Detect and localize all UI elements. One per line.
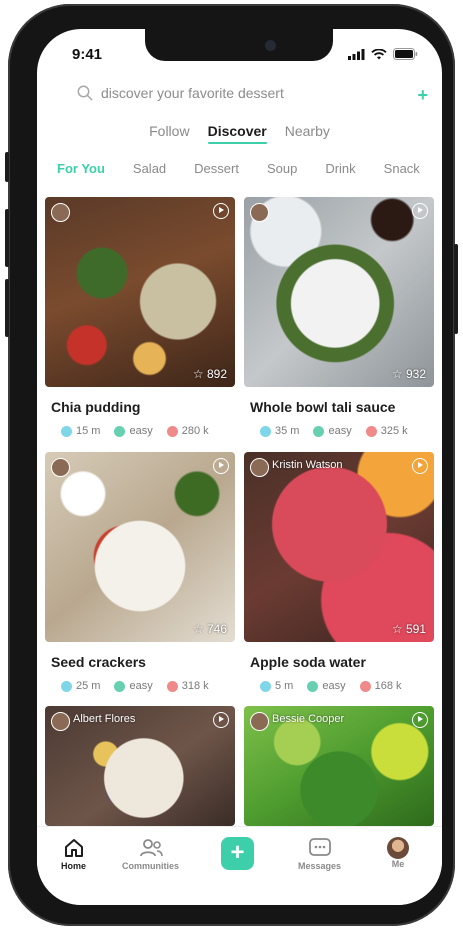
camera-icon (265, 40, 276, 51)
utensils-icon (114, 680, 126, 692)
author-avatar (51, 203, 70, 222)
search-icon (77, 85, 93, 101)
mute-switch (5, 152, 9, 182)
category-drink[interactable]: Drink (325, 161, 355, 176)
author-avatar (250, 203, 269, 222)
calories-icon (359, 680, 371, 692)
people-icon (139, 839, 163, 857)
recipe-title: Chia pudding (51, 399, 141, 415)
recipe-meta: 25 m easy 318 k (61, 680, 235, 692)
top-tabs: Follow Discover Nearby (37, 123, 442, 144)
status-icons (348, 48, 418, 60)
category-salad[interactable]: Salad (133, 161, 166, 176)
author-name: Kristin Watson (272, 459, 343, 471)
home-icon (64, 839, 83, 857)
play-icon[interactable] (412, 458, 428, 474)
calories-icon (365, 425, 377, 437)
tab-communities-label: Communities (122, 861, 180, 871)
power-button (454, 244, 458, 334)
wifi-icon (371, 48, 387, 59)
avatar (387, 837, 409, 859)
phone-frame: 9:41 discover your favorite dessert + Fo… (5, 4, 458, 926)
utensils-icon (307, 680, 319, 692)
play-icon[interactable] (213, 203, 229, 219)
category-tabs: For You Salad Dessert Soup Drink Snack (57, 161, 442, 176)
category-snack[interactable]: Snack (384, 161, 420, 176)
recipe-image: Kristin Watson ☆ 591 (244, 452, 434, 642)
bottom-tab-bar: Home Communities + Messages Me (37, 826, 442, 905)
recipe-image: Bessie Cooper (244, 706, 434, 826)
clock-icon (61, 680, 72, 692)
author-name: Bessie Cooper (272, 713, 345, 725)
volume-down-button (5, 279, 9, 337)
play-icon[interactable] (213, 458, 229, 474)
category-dessert[interactable]: Dessert (194, 161, 239, 176)
recipe-title: Whole bowl tali sauce (250, 399, 396, 415)
create-button[interactable]: + (221, 837, 254, 870)
utensils-icon (313, 425, 325, 437)
tab-messages-label: Messages (298, 861, 342, 871)
tab-messages[interactable]: Messages (298, 837, 341, 871)
tab-communities[interactable]: Communities (122, 837, 179, 871)
tab-home-label: Home (61, 861, 87, 871)
search-bar[interactable]: discover your favorite dessert (77, 81, 417, 105)
play-icon[interactable] (213, 712, 229, 728)
likes-count: ☆ 591 (391, 622, 426, 636)
status-time: 9:41 (72, 46, 103, 63)
recipe-card[interactable]: Albert Flores (45, 706, 235, 826)
recipe-title: Apple soda water (250, 654, 366, 670)
recipe-image: ☆ 892 (45, 197, 235, 387)
recipe-meta: 15 m easy 280 k (61, 425, 235, 437)
author-avatar (51, 712, 70, 731)
notch (145, 29, 333, 61)
recipe-title: Seed crackers (51, 654, 146, 670)
calories-icon (166, 425, 178, 437)
tab-me[interactable]: Me (387, 837, 409, 869)
search-input[interactable]: discover your favorite dessert (101, 85, 284, 101)
recipe-card[interactable]: Kristin Watson ☆ 591 Apple soda water 5 … (244, 452, 434, 692)
likes-count: ☆ 932 (391, 367, 426, 381)
author-avatar (250, 458, 269, 477)
recipe-card[interactable]: Bessie Cooper (244, 706, 434, 826)
tab-home[interactable]: Home (61, 837, 86, 871)
signal-icon (348, 48, 365, 60)
play-icon[interactable] (412, 712, 428, 728)
likes-count: ☆ 892 (192, 367, 227, 381)
author-avatar (250, 712, 269, 731)
tab-follow[interactable]: Follow (149, 123, 189, 139)
volume-up-button (5, 209, 9, 267)
calories-icon (166, 680, 178, 692)
category-soup[interactable]: Soup (267, 161, 297, 176)
screen: 9:41 discover your favorite dessert + Fo… (37, 29, 442, 905)
clock-icon (260, 425, 271, 437)
recipe-image: Albert Flores (45, 706, 235, 826)
battery-icon (393, 48, 418, 60)
author-name: Albert Flores (73, 713, 136, 725)
recipe-image: ☆ 746 (45, 452, 235, 642)
message-icon (308, 838, 331, 856)
recipe-card[interactable]: ☆ 892 Chia pudding 15 m easy 280 k (45, 197, 235, 437)
tab-nearby[interactable]: Nearby (285, 123, 330, 139)
recipe-meta: 35 m easy 325 k (260, 425, 434, 437)
tab-me-label: Me (391, 859, 405, 869)
add-icon[interactable]: + (417, 85, 428, 106)
utensils-icon (114, 425, 126, 437)
recipe-image: ☆ 932 (244, 197, 434, 387)
recipe-card[interactable]: ☆ 746 Seed crackers 25 m easy 318 k (45, 452, 235, 692)
clock-icon (61, 425, 72, 437)
likes-count: ☆ 746 (192, 622, 227, 636)
clock-icon (260, 680, 271, 692)
recipe-meta: 5 m easy 168 k (260, 680, 434, 692)
recipe-card[interactable]: ☆ 932 Whole bowl tali sauce 35 m easy 32… (244, 197, 434, 437)
play-icon[interactable] (412, 203, 428, 219)
author-avatar (51, 458, 70, 477)
category-for-you[interactable]: For You (57, 161, 105, 176)
tab-discover[interactable]: Discover (207, 123, 267, 144)
